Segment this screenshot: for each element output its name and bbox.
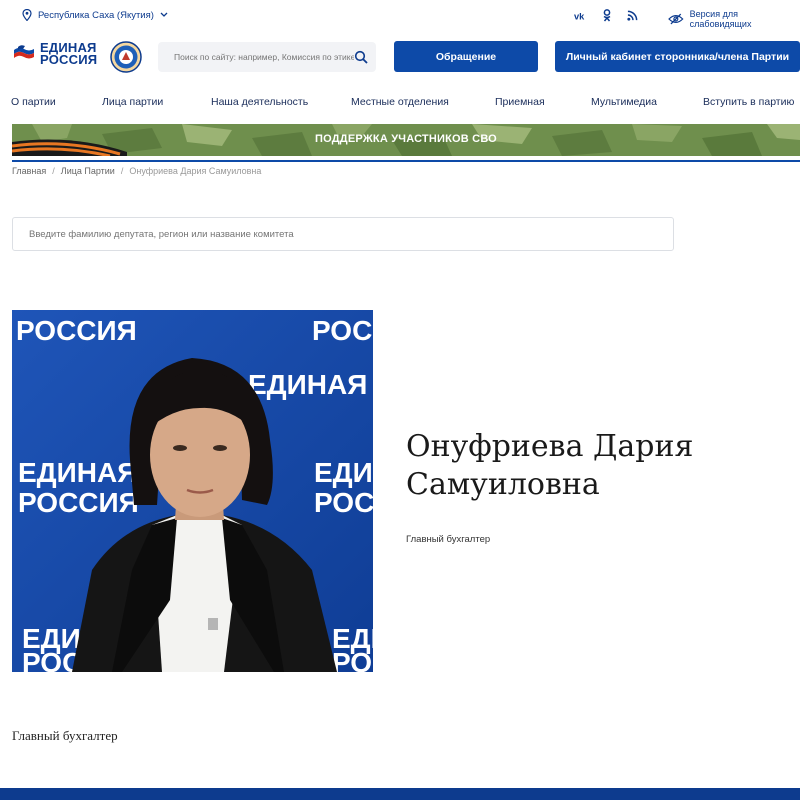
region-selector[interactable]: Республика Саха (Якутия)	[22, 9, 168, 21]
backdrop-text: РОССИЯ	[312, 315, 373, 346]
supporter-cabinet-button[interactable]: Личный кабинет сторонника/члена Партии	[555, 41, 800, 72]
party-logo[interactable]: ЕДИНАЯ РОССИЯ	[12, 41, 98, 67]
appeal-button[interactable]: Обращение	[394, 41, 538, 72]
breadcrumb-section[interactable]: Лица Партии	[61, 166, 115, 176]
rss-icon[interactable]	[626, 9, 639, 22]
regional-emblem-icon	[110, 41, 142, 73]
search-icon[interactable]	[354, 50, 368, 64]
svo-support-banner[interactable]: ПОДДЕРЖКА УЧАСТНИКОВ СВО	[12, 124, 800, 156]
person-name: Онуфриева Дария Самуиловна	[406, 428, 786, 504]
backdrop-text: РОССИЯ	[18, 487, 139, 518]
nav-item-reception[interactable]: Приемная	[495, 96, 545, 108]
breadcrumb-home[interactable]: Главная	[12, 166, 46, 176]
nav-item-about[interactable]: О партии	[11, 96, 56, 108]
svg-text:vk: vk	[574, 11, 585, 20]
logo-wordmark: ЕДИНАЯ РОССИЯ	[40, 41, 98, 67]
backdrop-text: РОССИЯ	[332, 647, 373, 672]
top-bar: Республика Саха (Якутия) vk Версия для с…	[0, 0, 800, 32]
backdrop-text: ЕДИНАЯ	[248, 369, 367, 400]
main-nav: О партии Лица партии Наша деятельность М…	[0, 96, 800, 114]
region-label: Республика Саха (Якутия)	[38, 9, 154, 21]
eye-slash-icon	[668, 13, 684, 25]
nav-item-multimedia[interactable]: Мультимедиа	[591, 96, 657, 108]
nav-item-faces[interactable]: Лица партии	[102, 96, 163, 108]
logo-line-2: РОССИЯ	[40, 52, 98, 67]
location-pin-icon	[22, 9, 32, 21]
footer-bar	[0, 788, 800, 800]
breadcrumb-separator: /	[52, 166, 55, 176]
nav-item-activity[interactable]: Наша деятельность	[211, 96, 308, 108]
banner-divider	[12, 160, 800, 162]
backdrop-text: ЕДИНАЯ	[18, 457, 137, 488]
person-name-line-1: Онуфриева Дария	[406, 429, 694, 464]
nav-item-local-branches[interactable]: Местные отделения	[351, 96, 449, 108]
bear-flag-icon	[14, 45, 34, 59]
person-photo: РОССИЯ РОССИЯ ЕДИНАЯ ЕДИНАЯ РОССИЯ ЕДИНА…	[12, 310, 373, 672]
banner-label: ПОДДЕРЖКА УЧАСТНИКОВ СВО	[315, 133, 497, 145]
chevron-down-icon	[160, 12, 168, 17]
vk-icon[interactable]: vk	[574, 9, 587, 22]
person-name-line-2: Самуиловна	[406, 467, 600, 502]
accessibility-version-link[interactable]: Версия для слабовидящих	[668, 9, 800, 29]
site-header: ЕДИНАЯ РОССИЯ Обращение Личный кабинет с…	[0, 38, 800, 76]
person-bio: Главный бухгалтер	[12, 728, 118, 743]
site-search	[158, 42, 376, 72]
nav-item-join[interactable]: Вступить в партию	[703, 96, 794, 108]
person-position: Главный бухгалтер	[406, 534, 491, 545]
breadcrumb-current: Онуфриева Дария Самуиловна	[129, 166, 262, 176]
breadcrumb: Главная / Лица Партии / Онуфриева Дария …	[12, 166, 261, 176]
portrait-image: РОССИЯ РОССИЯ ЕДИНАЯ ЕДИНАЯ РОССИЯ ЕДИНА…	[12, 310, 373, 672]
social-links: vk	[574, 9, 639, 22]
site-search-input[interactable]	[174, 52, 354, 62]
backdrop-text: ЕДИНАЯ	[314, 457, 373, 488]
deputy-search	[12, 217, 674, 251]
breadcrumb-separator: /	[120, 166, 124, 176]
backdrop-text: РОССИЯ	[314, 487, 373, 518]
deputy-search-input[interactable]	[29, 228, 649, 240]
ok-icon[interactable]	[600, 9, 613, 22]
accessibility-label: Версия для слабовидящих	[689, 9, 752, 29]
backdrop-text: РОССИЯ	[16, 315, 137, 346]
